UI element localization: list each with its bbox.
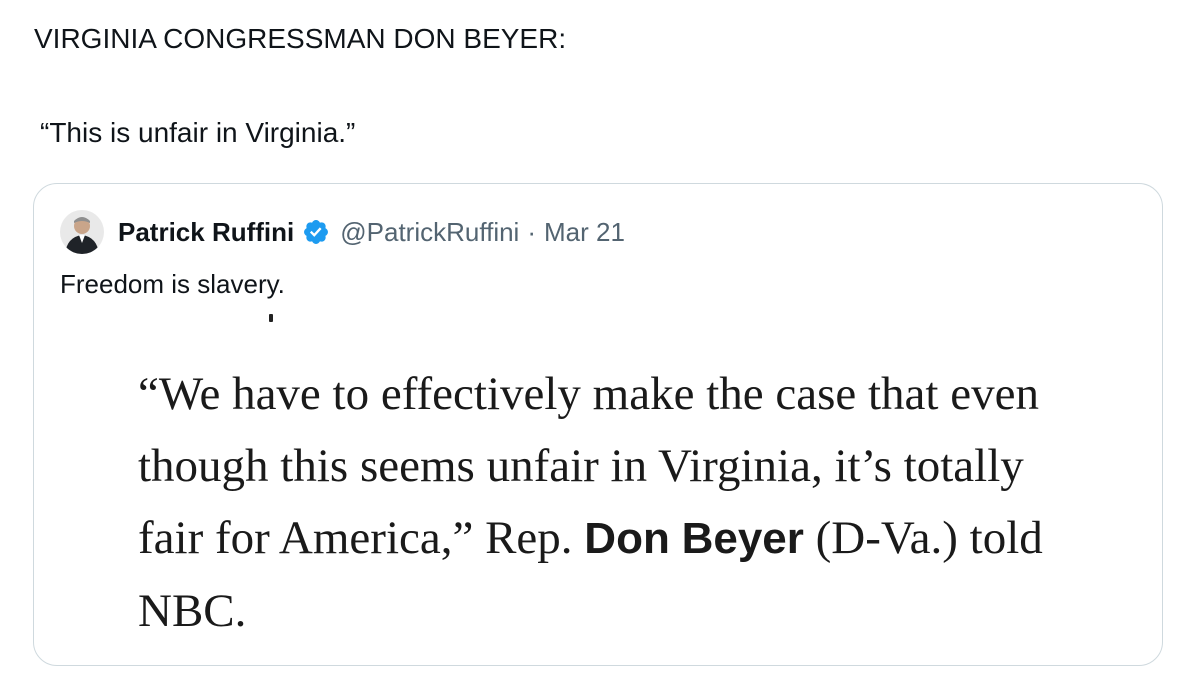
post-date[interactable]: Mar 21 (544, 217, 625, 248)
author-name[interactable]: Patrick Ruffini (118, 217, 294, 248)
author-avatar[interactable] (60, 210, 104, 254)
verified-badge-icon (304, 220, 329, 244)
post-text-line-1: VIRGINIA CONGRESSMAN DON BEYER: (34, 23, 567, 54)
quoted-tweet-media[interactable]: “We have to effectively make the case th… (34, 314, 1162, 665)
clipped-text-fragment (269, 314, 273, 322)
author-handle[interactable]: @PatrickRuffini (340, 217, 519, 248)
media-name-last: Beyer (681, 514, 804, 563)
post-text-line-2: “This is unfair in Virginia.” (40, 117, 356, 148)
media-name-first: Don (584, 514, 670, 563)
meta-separator: · (527, 216, 537, 247)
avatar-image (60, 210, 104, 254)
quoted-tweet-text: Freedom is slavery. (60, 269, 285, 299)
media-quote-text: “We have to effectively make the case th… (138, 358, 1098, 647)
quoted-tweet-card[interactable]: Patrick Ruffini @PatrickRuffini · Mar 21… (33, 183, 1163, 666)
quoted-tweet-header: Patrick Ruffini @PatrickRuffini · Mar 21 (60, 210, 625, 254)
